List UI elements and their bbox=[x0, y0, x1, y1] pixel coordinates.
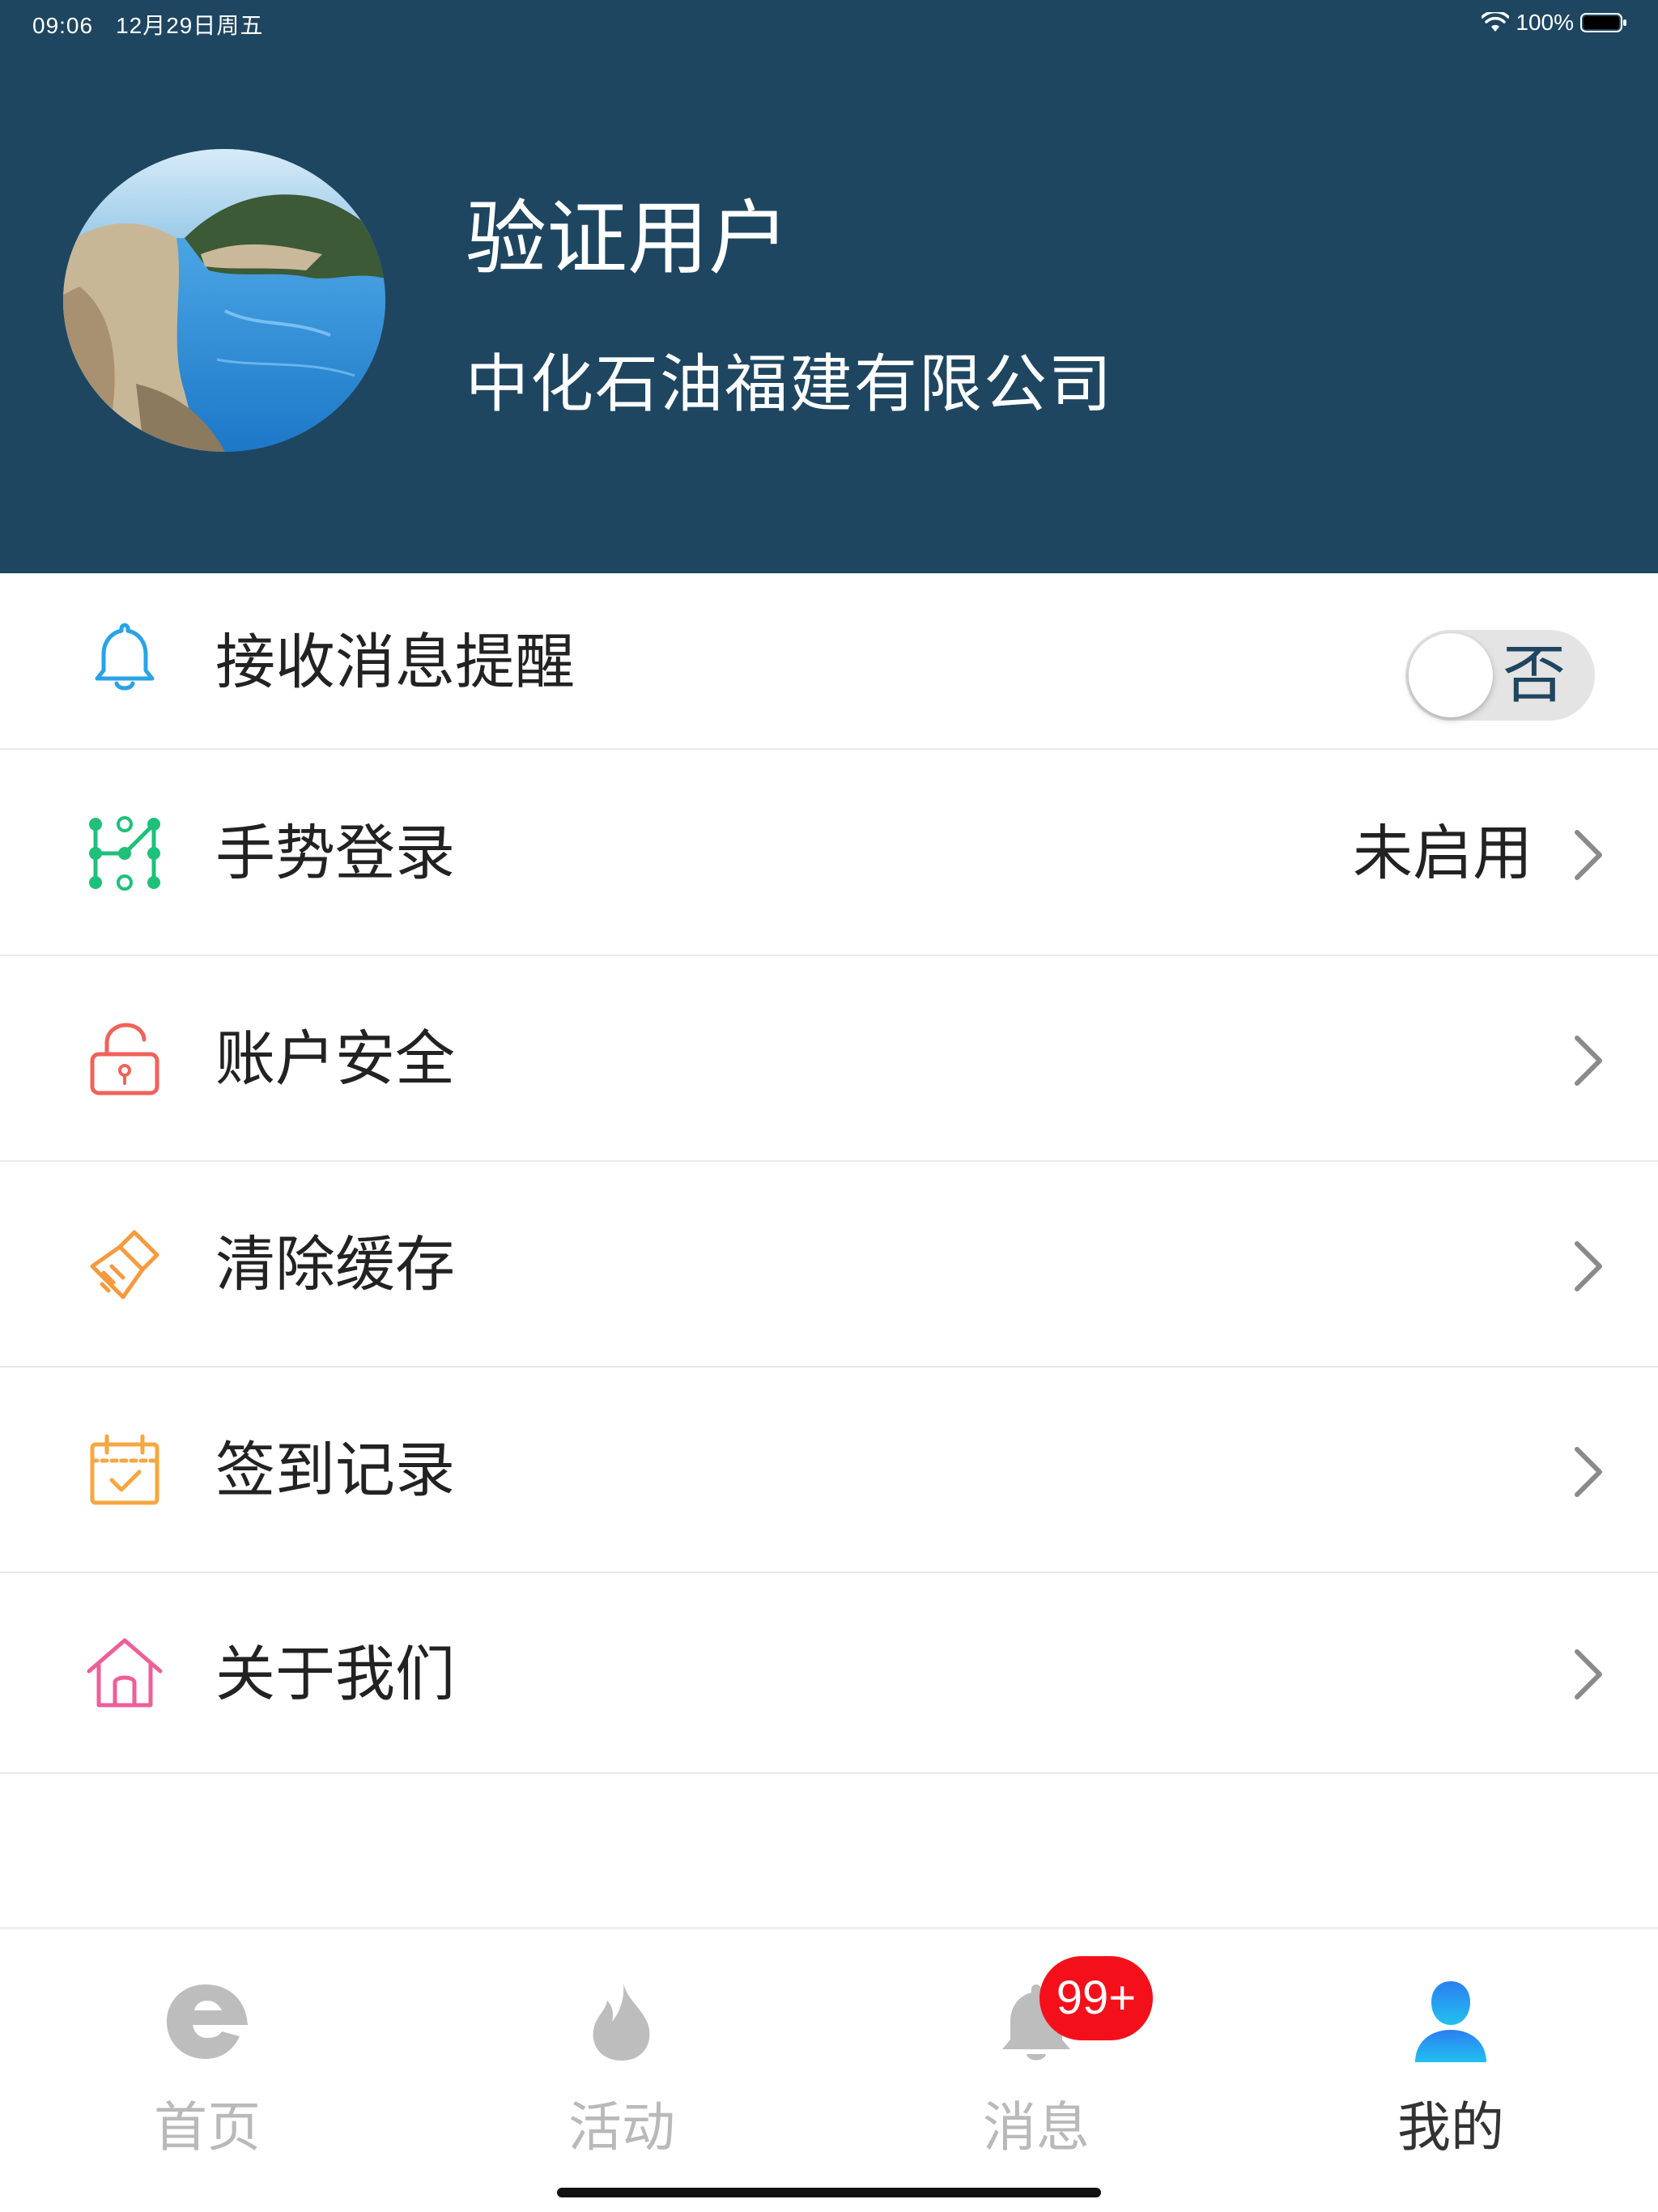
lock-icon bbox=[90, 1023, 159, 1095]
toggle-state-text: 否 bbox=[1503, 639, 1567, 712]
avatar[interactable] bbox=[63, 149, 385, 452]
flame-icon bbox=[593, 1983, 650, 2061]
e-logo-icon bbox=[167, 1984, 248, 2059]
chevron-right-icon bbox=[1575, 1649, 1602, 1699]
header-shadow bbox=[0, 557, 1658, 575]
gesture-login-label: 手势登录 bbox=[215, 819, 455, 888]
tab-messages[interactable]: 消息 bbox=[829, 1929, 1244, 2172]
battery-percent: 100% bbox=[1516, 10, 1574, 35]
home-indicator[interactable] bbox=[557, 2188, 1101, 2197]
tab-activities[interactable]: 活动 bbox=[414, 1929, 829, 2172]
chevron-right-icon bbox=[1575, 1241, 1602, 1291]
notification-label: 接收消息提醒 bbox=[215, 627, 575, 697]
status-time: 09:06 bbox=[32, 13, 94, 38]
notification-toggle[interactable]: 否 bbox=[1405, 630, 1595, 721]
bottom-tab-bar: 首页 活动 消息 我的 bbox=[0, 1927, 1658, 2212]
chevron-right-icon bbox=[1575, 830, 1602, 880]
chevron-right-icon bbox=[1575, 1447, 1602, 1497]
status-bar-left: 09:06 12月29日周五 bbox=[32, 8, 286, 40]
profile-header: 09:06 12月29日周五 100% 验证用户 中化石油福建有限公司 bbox=[0, 0, 1658, 573]
checkin-records-label: 签到记录 bbox=[215, 1436, 455, 1505]
tab-home[interactable]: 首页 bbox=[0, 1929, 414, 2172]
about-us-row[interactable]: 关于我们 bbox=[0, 1574, 1658, 1774]
tab-label-home: 首页 bbox=[154, 2096, 261, 2159]
gesture-login-status: 未启用 bbox=[1353, 819, 1533, 888]
gesture-pattern-icon bbox=[89, 816, 160, 891]
tab-mine[interactable]: 我的 bbox=[1244, 1929, 1658, 2172]
broom-icon bbox=[90, 1230, 159, 1300]
tab-label-mine: 我的 bbox=[1397, 2096, 1504, 2159]
account-security-label: 账户安全 bbox=[215, 1024, 455, 1094]
status-bar-right: 100% bbox=[1482, 8, 1627, 37]
gesture-login-row[interactable]: 手势登录 未启用 bbox=[0, 751, 1658, 956]
status-date: 12月29日周五 bbox=[116, 13, 264, 38]
tab-label-messages: 消息 bbox=[983, 2096, 1090, 2159]
battery-icon bbox=[1580, 13, 1626, 32]
clear-cache-label: 清除缓存 bbox=[215, 1230, 455, 1300]
wifi-icon bbox=[1482, 12, 1510, 32]
profile-screen: 09:06 12月29日周五 100% 验证用户 中化石油福建有限公司 接收消息… bbox=[0, 0, 1658, 2212]
about-us-label: 关于我们 bbox=[215, 1640, 455, 1709]
house-icon bbox=[87, 1638, 163, 1708]
tab-label-activities: 活动 bbox=[568, 2096, 675, 2159]
toggle-knob bbox=[1409, 633, 1493, 717]
calendar-check-icon bbox=[90, 1434, 159, 1505]
user-icon bbox=[1415, 1981, 1486, 2062]
avatar-image bbox=[63, 149, 385, 452]
checkin-records-row[interactable]: 签到记录 bbox=[0, 1368, 1658, 1573]
clear-cache-row[interactable]: 清除缓存 bbox=[0, 1163, 1658, 1368]
chevron-right-icon bbox=[1575, 1036, 1602, 1086]
message-count-badge: 99+ bbox=[1039, 1956, 1153, 2040]
bell-icon bbox=[95, 623, 155, 691]
company-name: 中化石油福建有限公司 bbox=[466, 348, 1114, 421]
account-security-row[interactable]: 账户安全 bbox=[0, 957, 1658, 1162]
user-name: 验证用户 bbox=[466, 191, 789, 286]
